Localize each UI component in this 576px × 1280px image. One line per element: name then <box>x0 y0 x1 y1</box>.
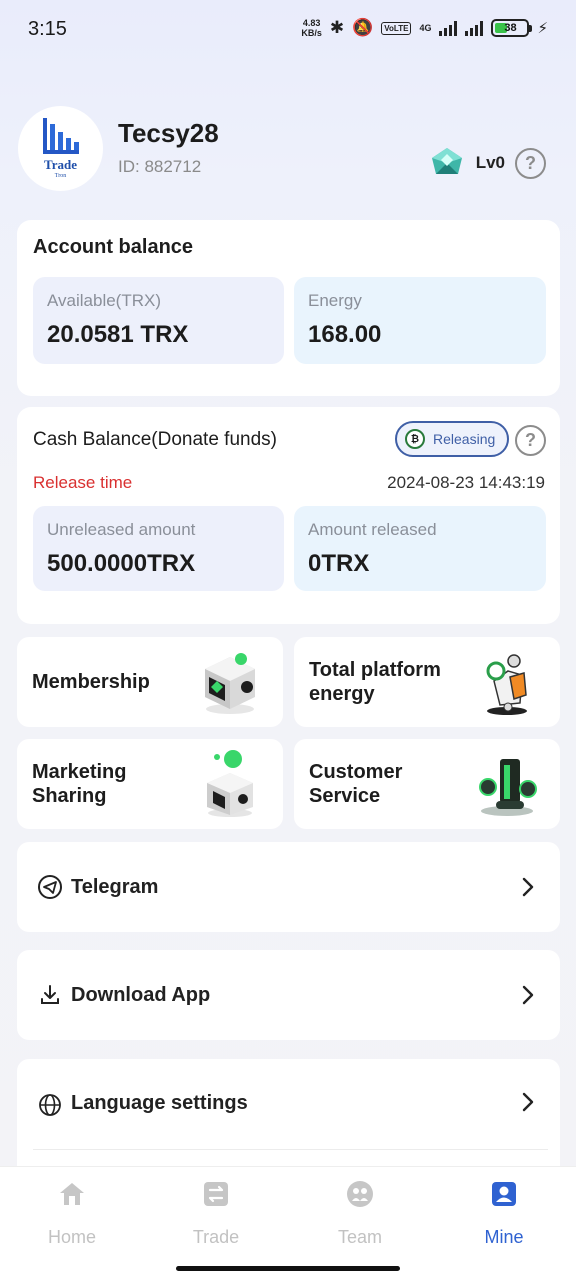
telegram-icon <box>37 874 63 900</box>
account-balance-title: Account balance <box>33 236 194 258</box>
cash-help-icon[interactable]: ? <box>515 425 546 456</box>
level-help-icon[interactable]: ? <box>515 147 546 179</box>
username: Tecsy28 <box>118 118 219 148</box>
logo-subtext: Tron <box>54 173 67 179</box>
customer-service-card[interactable]: Customer Service <box>294 739 560 829</box>
level-label: Lv0 <box>475 153 505 172</box>
battery-level: 38 <box>504 22 517 34</box>
language-settings-label: Language settings <box>71 1092 248 1114</box>
network-type: 4G <box>419 23 432 33</box>
marketing-sharing-icon <box>207 750 253 817</box>
unreleased-value: 500.0000TRX <box>47 550 196 577</box>
marketing-sharing-label: Marketing Sharing <box>32 761 127 807</box>
level-badge: Lv0 ? <box>428 146 546 180</box>
cash-balance-card: Cash Balance(Donate funds) ₿ Releasing ?… <box>17 407 560 624</box>
chevron-right-icon <box>522 877 534 897</box>
marketing-sharing-card[interactable]: Marketing Sharing <box>17 739 283 829</box>
tab-home[interactable]: Home <box>0 1179 144 1248</box>
platform-energy-icon <box>486 654 527 715</box>
level-gem-icon <box>431 148 462 174</box>
tab-trade[interactable]: Trade <box>144 1179 288 1248</box>
team-icon <box>345 1179 375 1209</box>
released-value: 0TRX <box>308 550 370 577</box>
logo-chart-icon <box>42 118 79 154</box>
network-speed: 4.83 KB/s <box>301 18 322 38</box>
tab-mine[interactable]: Mine <box>432 1179 576 1248</box>
user-id: ID: 882712 <box>118 157 202 176</box>
avatar[interactable]: Trade Tron <box>18 106 103 191</box>
membership-label: Membership <box>32 671 150 693</box>
unreleased-tile: Unreleased amount 500.0000TRX <box>33 506 284 591</box>
status-icons: 4.83 KB/s ✱ 🔕 VoLTE 4G 38 ⚡ <box>301 18 548 38</box>
coin-icon: ₿ <box>405 429 425 449</box>
download-app-row[interactable]: Download App <box>17 950 560 1040</box>
divider <box>33 1149 548 1150</box>
volte-icon: VoLTE <box>381 21 412 35</box>
telegram-row[interactable]: Telegram <box>17 842 560 932</box>
download-icon <box>37 982 63 1008</box>
language-settings-row[interactable]: Language settings <box>17 1059 560 1166</box>
tab-trade-label: Trade <box>192 1227 240 1247</box>
chevron-right-icon <box>522 1092 534 1112</box>
customer-service-label: Customer Service <box>309 761 403 807</box>
energy-label: Energy <box>308 291 362 310</box>
charging-icon: ⚡ <box>537 20 548 37</box>
status-bar: 3:15 4.83 KB/s ✱ 🔕 VoLTE 4G 38 ⚡ <box>0 0 576 58</box>
releasing-status-button[interactable]: ₿ Releasing <box>395 421 509 457</box>
release-time-value: 2024-08-23 14:43:19 <box>387 473 545 492</box>
home-icon <box>57 1179 87 1209</box>
energy-tile: Energy 168.00 <box>294 277 546 364</box>
bluetooth-icon: ✱ <box>329 18 345 37</box>
released-tile: Amount released 0TRX <box>294 506 546 591</box>
telegram-label: Telegram <box>71 875 159 898</box>
logo-text: Trade <box>44 157 77 172</box>
membership-card[interactable]: Membership <box>17 637 283 727</box>
platform-energy-label: Total platform energy <box>309 659 441 705</box>
releasing-label: Releasing <box>433 431 496 447</box>
membership-icon <box>205 653 255 714</box>
available-label: Available(TRX) <box>47 291 162 310</box>
trade-icon <box>201 1179 231 1209</box>
tab-home-label: Home <box>47 1227 96 1247</box>
release-time-label: Release time <box>33 473 133 492</box>
released-label: Amount released <box>308 520 437 539</box>
customer-service-icon <box>479 759 537 816</box>
tab-team-label: Team <box>337 1227 382 1247</box>
bottom-tab-bar: Home Trade Team Mine <box>0 1166 576 1280</box>
cash-balance-title: Cash Balance(Donate funds) <box>33 429 277 450</box>
globe-icon <box>37 1092 63 1118</box>
signal-icon <box>439 20 458 36</box>
available-value: 20.0581 TRX <box>47 321 189 348</box>
home-indicator[interactable] <box>176 1266 400 1271</box>
energy-value: 168.00 <box>308 321 382 348</box>
available-tile: Available(TRX) 20.0581 TRX <box>33 277 284 364</box>
tab-team[interactable]: Team <box>288 1179 432 1248</box>
platform-energy-card[interactable]: Total platform energy <box>294 637 560 727</box>
download-app-label: Download App <box>71 983 211 1006</box>
mine-icon <box>489 1179 519 1209</box>
mute-icon: 🔕 <box>352 18 374 37</box>
battery-icon: 38 <box>491 19 533 37</box>
chevron-right-icon <box>522 985 534 1005</box>
unreleased-label: Unreleased amount <box>47 520 196 539</box>
tab-mine-label: Mine <box>484 1227 524 1247</box>
account-balance-card: Account balance Available(TRX) 20.0581 T… <box>17 220 560 396</box>
signal-icon-2 <box>465 20 484 36</box>
status-time: 3:15 <box>28 18 67 40</box>
